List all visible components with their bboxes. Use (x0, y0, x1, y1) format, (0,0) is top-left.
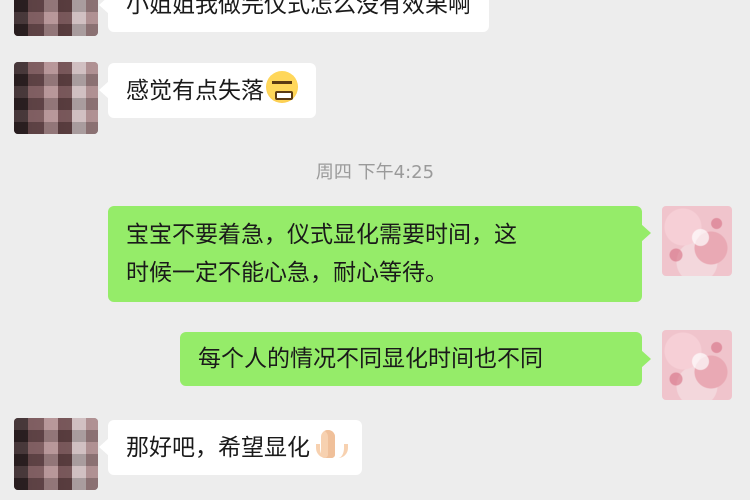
contact-avatar[interactable] (14, 418, 98, 490)
user-avatar[interactable] (662, 206, 732, 276)
message-text: 小姐姐我做完仪式怎么没有效果啊 (126, 0, 471, 18)
contact-avatar[interactable] (14, 62, 98, 134)
folded-hands-emoji-icon (312, 428, 348, 460)
message-bubble-incoming[interactable]: 小姐姐我做完仪式怎么没有效果啊 (99, 0, 489, 32)
message-text-line: 宝宝不要着急，仪式显化需要时间，这 (126, 222, 517, 248)
message-bubble-outgoing[interactable]: 每个人的情况不同显化时间也不同 (180, 332, 651, 386)
message-bubble-incoming[interactable]: 感觉有点失落 (99, 63, 316, 118)
message-text: 感觉有点失落 (126, 78, 264, 104)
timestamp: 周四 下午4:25 (315, 162, 435, 183)
message-bubble-outgoing[interactable]: 宝宝不要着急，仪式显化需要时间，这 时候一定不能心急，耐心等待。 (108, 206, 651, 302)
message-bubble-incoming[interactable]: 那好吧，希望显化 (99, 420, 362, 475)
contact-avatar[interactable] (14, 0, 98, 36)
message-text-line: 时候一定不能心急，耐心等待。 (126, 260, 448, 286)
angry-face-emoji-icon (266, 71, 298, 103)
user-avatar[interactable] (662, 330, 732, 400)
message-text: 那好吧，希望显化 (126, 435, 310, 461)
chat-window: 小姐姐我做完仪式怎么没有效果啊 感觉有点失落 周四 下午4:25 宝宝不要着急，… (0, 0, 750, 500)
message-text: 每个人的情况不同显化时间也不同 (198, 346, 543, 372)
